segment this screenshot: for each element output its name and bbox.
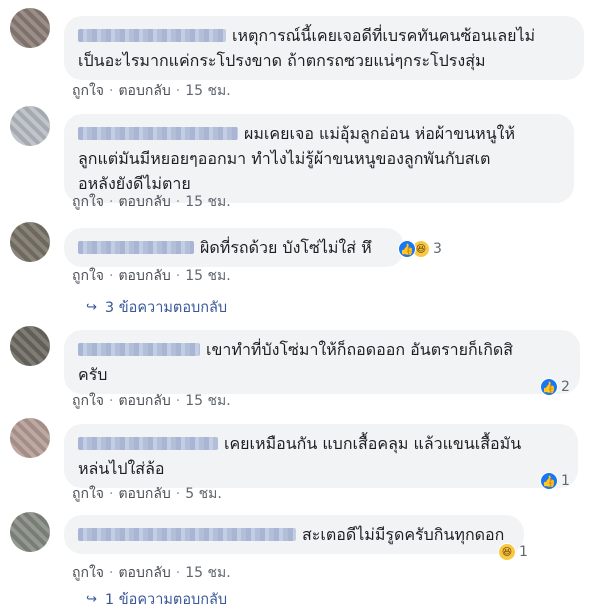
reaction-summary[interactable]: 😆 1: [498, 541, 528, 563]
like-link[interactable]: ถูกใจ: [72, 565, 104, 581]
comment-actions: ถูกใจ · ตอบกลับ · 15 ชม.: [72, 565, 231, 581]
avatar[interactable]: [10, 222, 50, 262]
avatar[interactable]: [10, 418, 50, 458]
comment-text-line: ผมเคยเจอ แม่อุ้มลูกอ่อน ห่อผ้าขนหนูให้: [244, 124, 515, 143]
comment-actions: ถูกใจ · ตอบกลับ · 15 ชม.: [72, 268, 231, 284]
comment-text-line: ผิดที่รถด้วย บังโซ่ไม่ใส่ หึ: [200, 238, 372, 257]
avatar[interactable]: [10, 512, 50, 552]
author-name[interactable]: [78, 241, 194, 254]
timestamp[interactable]: 15 ชม.: [185, 268, 230, 284]
timestamp[interactable]: 15 ชม.: [185, 565, 230, 581]
reply-link[interactable]: ตอบกลับ: [118, 268, 170, 284]
haha-icon: 😆: [498, 543, 516, 561]
avatar[interactable]: [10, 106, 50, 146]
reaction-summary[interactable]: 👍 1: [540, 470, 570, 492]
comment-text-line: เขาทำที่บังโซ่มาให้ก็ถอดออก อันตรายก็เกิ…: [206, 340, 514, 359]
avatar[interactable]: [10, 326, 50, 366]
comment-actions: ถูกใจ · ตอบกลับ · 5 ชม.: [72, 486, 222, 502]
reaction-count: 2: [561, 379, 570, 395]
reply-arrow-icon: ↪: [86, 592, 97, 607]
comment-text-line: ลูกแต่มันมีหยอยๆออกมา ทำไงไม่รู้ผ้าขนหนู…: [78, 149, 491, 168]
view-replies-link[interactable]: ↪ 3 ข้อความตอบกลับ: [86, 296, 227, 319]
comment-bubble: เคยเหมือนกัน แบกเสื้อคลุม แล้วแขนเสื้อมั…: [64, 424, 578, 488]
like-link[interactable]: ถูกใจ: [72, 268, 104, 284]
like-icon: 👍: [540, 472, 558, 490]
author-name[interactable]: [78, 127, 238, 140]
reply-link[interactable]: ตอบกลับ: [118, 194, 170, 210]
comment-bubble: เขาทำที่บังโซ่มาให้ก็ถอดออก อันตรายก็เกิ…: [64, 330, 580, 394]
author-name[interactable]: [78, 528, 296, 541]
comment-text-line: เป็นอะไรมากแค่กระโปรงขาด ถ้าตกรถซวยแน่ๆก…: [78, 51, 486, 70]
view-replies-link[interactable]: ↪ 1 ข้อความตอบกลับ: [86, 588, 227, 611]
comment-bubble: เหตุการณ์นี้เคยเจอดีที่เบรคทันคนซ้อนเลยไ…: [64, 16, 584, 80]
timestamp[interactable]: 15 ชม.: [185, 83, 230, 99]
reply-link[interactable]: ตอบกลับ: [118, 83, 170, 99]
comment-text-line: หล่นไปใส่ล้อ: [78, 459, 165, 478]
reaction-count: 1: [561, 473, 570, 489]
reply-link[interactable]: ตอบกลับ: [118, 486, 170, 502]
like-link[interactable]: ถูกใจ: [72, 486, 104, 502]
avatar[interactable]: [10, 8, 50, 48]
comment-text-line: สะเตอดีไม่มีรูดครับกินทุกดอก: [302, 525, 505, 544]
reaction-count: 3: [433, 241, 442, 257]
comment-text-line: ครับ: [78, 365, 108, 384]
comment-text-line: เคยเหมือนกัน แบกเสื้อคลุม แล้วแขนเสื้อมั…: [224, 434, 522, 453]
like-link[interactable]: ถูกใจ: [72, 194, 104, 210]
reaction-summary[interactable]: 👍 2: [540, 376, 570, 398]
like-link[interactable]: ถูกใจ: [72, 393, 104, 409]
reaction-count: 1: [519, 544, 528, 560]
like-link[interactable]: ถูกใจ: [72, 83, 104, 99]
author-name[interactable]: [78, 343, 200, 356]
like-icon: 👍: [398, 240, 416, 258]
comment-bubble: ผมเคยเจอ แม่อุ้มลูกอ่อน ห่อผ้าขนหนูให้ ล…: [64, 114, 574, 203]
like-icon: 👍: [540, 378, 558, 396]
comment-actions: ถูกใจ · ตอบกลับ · 15 ชม.: [72, 194, 231, 210]
reply-arrow-icon: ↪: [86, 300, 97, 315]
author-name[interactable]: [78, 437, 218, 450]
reply-link[interactable]: ตอบกลับ: [118, 393, 170, 409]
reaction-summary[interactable]: 👍 😆 3: [398, 238, 442, 260]
timestamp[interactable]: 15 ชม.: [185, 393, 230, 409]
comment-actions: ถูกใจ · ตอบกลับ · 15 ชม.: [72, 393, 231, 409]
comment-bubble: สะเตอดีไม่มีรูดครับกินทุกดอก: [64, 515, 524, 554]
comment-bubble: ผิดที่รถด้วย บังโซ่ไม่ใส่ หึ: [64, 228, 404, 267]
author-name[interactable]: [78, 29, 226, 42]
timestamp[interactable]: 15 ชม.: [185, 194, 230, 210]
timestamp[interactable]: 5 ชม.: [185, 486, 222, 502]
reply-link[interactable]: ตอบกลับ: [118, 565, 170, 581]
comment-actions: ถูกใจ · ตอบกลับ · 15 ชม.: [72, 83, 231, 99]
comment-text-line: เหตุการณ์นี้เคยเจอดีที่เบรคทันคนซ้อนเลยไ…: [232, 26, 536, 45]
